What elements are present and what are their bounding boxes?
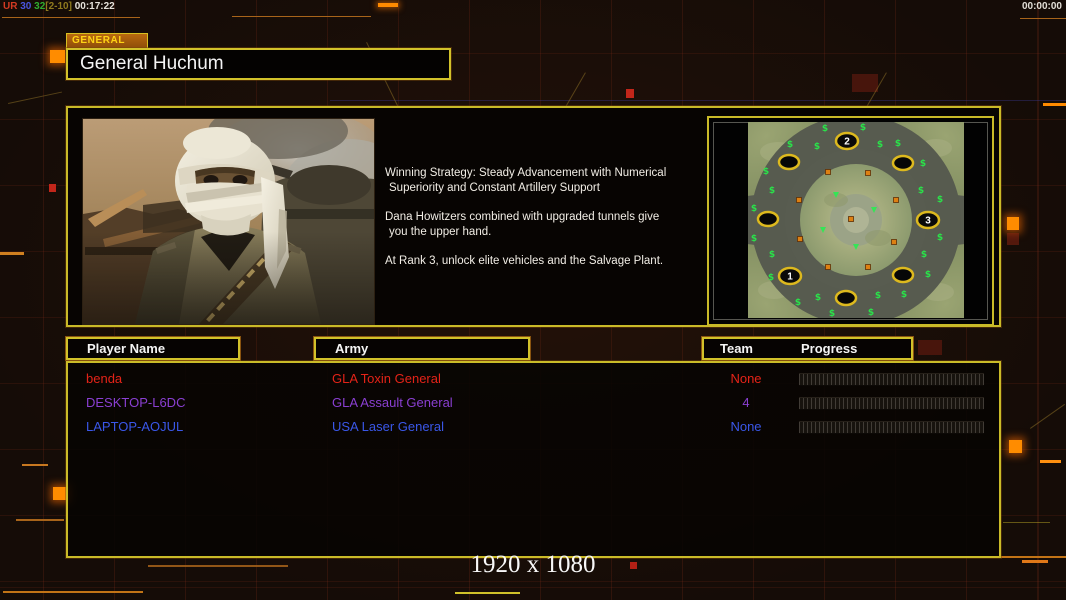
- bio-line: you the upper hand.: [389, 226, 492, 238]
- bio-line: Winning Strategy: Steady Advancement wit…: [385, 167, 667, 179]
- hud-segment: 32: [34, 1, 46, 12]
- svg-text:$: $: [751, 204, 757, 214]
- player-row: DESKTOP-L6DC GLA Assault General 4: [68, 392, 999, 416]
- bio-line: Dana Howitzers combined with upgraded tu…: [385, 211, 660, 223]
- svg-text:$: $: [895, 139, 901, 149]
- svg-text:$: $: [763, 167, 769, 177]
- decor-line: [3, 591, 143, 593]
- map-preview-box: $ $ $ $ $ $ $ $ $ $ $ $ $ $ $ $ $ $ $ $ $ $ $ $ 123: [707, 116, 994, 326]
- hud-segment: [2-10]: [45, 1, 75, 12]
- player-load-progress-bar: [799, 421, 984, 434]
- network-stats-readout: UR 30 32[2-10] 00:17:22: [3, 1, 115, 12]
- player-team: None: [730, 419, 762, 434]
- svg-text:$: $: [875, 291, 881, 301]
- svg-text:$: $: [769, 186, 775, 196]
- svg-text:$: $: [814, 142, 820, 152]
- hud-segment: 00:17:22: [74, 1, 115, 12]
- bio-line: Superiority and Constant Artillery Suppo…: [389, 182, 600, 194]
- bio-line: At Rank 3, unlock elite vehicles and the…: [385, 255, 664, 267]
- svg-text:2: 2: [844, 137, 850, 148]
- svg-text:$: $: [829, 309, 835, 318]
- player-row: benda GLA Toxin General None: [68, 368, 999, 392]
- general-info-panel: Winning Strategy: Steady Advancement wit…: [66, 103, 1001, 327]
- svg-text:$: $: [751, 234, 757, 244]
- decor-square: [852, 74, 878, 92]
- svg-text:$: $: [795, 298, 801, 308]
- decor-square: [1009, 440, 1022, 453]
- strategy-description: Winning Strategy: Steady Advancement wit…: [385, 166, 715, 269]
- decor-square: [50, 50, 65, 63]
- svg-text:$: $: [901, 290, 907, 300]
- svg-text:$: $: [822, 124, 828, 134]
- player-team: 4: [742, 395, 750, 410]
- decor-square: [630, 562, 637, 569]
- hud-segment: UR: [3, 1, 21, 12]
- decor-diagonal: [565, 72, 586, 108]
- decor-square: [626, 89, 634, 98]
- general-tab-label: GENERAL: [66, 33, 148, 48]
- svg-text:$: $: [921, 250, 927, 260]
- player-army: GLA Assault General: [332, 395, 453, 410]
- map-preview-image: $ $$ $ $ $$$$$$$$ $$ $$$$ $ $ $$ $ 123: [748, 122, 964, 318]
- player-load-progress-bar: [799, 373, 984, 386]
- decor-line: [2, 17, 140, 18]
- svg-text:$: $: [925, 270, 931, 280]
- decor-line: [1043, 103, 1066, 106]
- svg-text:$: $: [937, 233, 943, 243]
- column-header-team: Team: [720, 341, 753, 356]
- player-name: DESKTOP-L6DC: [86, 395, 186, 410]
- svg-text:$: $: [815, 293, 821, 303]
- svg-text:$: $: [937, 195, 943, 205]
- decor-square: [49, 184, 56, 192]
- general-portrait-image: [82, 103, 419, 325]
- player-load-progress-bar: [799, 397, 984, 410]
- decor-line: [330, 100, 1066, 101]
- column-header-progress: Progress: [801, 341, 858, 356]
- decor-line: [1040, 460, 1061, 463]
- svg-text:$: $: [769, 250, 775, 260]
- decor-line: [1020, 18, 1066, 19]
- svg-text:$: $: [920, 159, 926, 169]
- svg-text:$: $: [918, 186, 924, 196]
- player-name: LAPTOP-AOJUL: [86, 419, 184, 434]
- svg-text:3: 3: [925, 216, 931, 227]
- svg-text:$: $: [860, 123, 866, 133]
- portrait-art: [83, 103, 419, 324]
- column-header-team-progress: Team Progress: [702, 337, 913, 360]
- svg-text:$: $: [787, 140, 793, 150]
- decor-square: [1007, 233, 1019, 245]
- decor-line: [0, 252, 24, 255]
- decor-diagonal: [8, 91, 63, 104]
- player-name: benda: [86, 371, 123, 386]
- decor-line: [455, 592, 520, 594]
- decor-square: [1007, 217, 1019, 230]
- svg-text:$: $: [768, 273, 774, 283]
- game-timer: 00:00:00: [1021, 1, 1062, 12]
- column-header-army: Army: [314, 337, 530, 360]
- decor-line: [22, 464, 48, 466]
- player-row: LAPTOP-AOJUL USA Laser General None: [68, 416, 999, 440]
- hud-segment: 30: [20, 1, 35, 12]
- general-name-title: General Huchum: [66, 48, 451, 80]
- player-army: USA Laser General: [332, 419, 445, 434]
- resolution-watermark: 1920 x 1080: [470, 551, 596, 578]
- decor-square: [918, 340, 942, 355]
- player-team: None: [730, 371, 762, 386]
- decor-line: [1003, 522, 1050, 523]
- svg-text:$: $: [877, 140, 883, 150]
- decor-line: [16, 519, 64, 521]
- player-army: GLA Toxin General: [332, 371, 441, 386]
- column-header-player-name: Player Name: [66, 337, 240, 360]
- svg-text:1: 1: [787, 272, 793, 283]
- player-list-panel: benda GLA Toxin General None DESKTOP-L6D…: [66, 361, 1001, 558]
- decor-diagonal: [1030, 403, 1065, 429]
- decor-line: [378, 3, 398, 7]
- decor-line: [232, 16, 371, 17]
- svg-text:$: $: [868, 308, 874, 318]
